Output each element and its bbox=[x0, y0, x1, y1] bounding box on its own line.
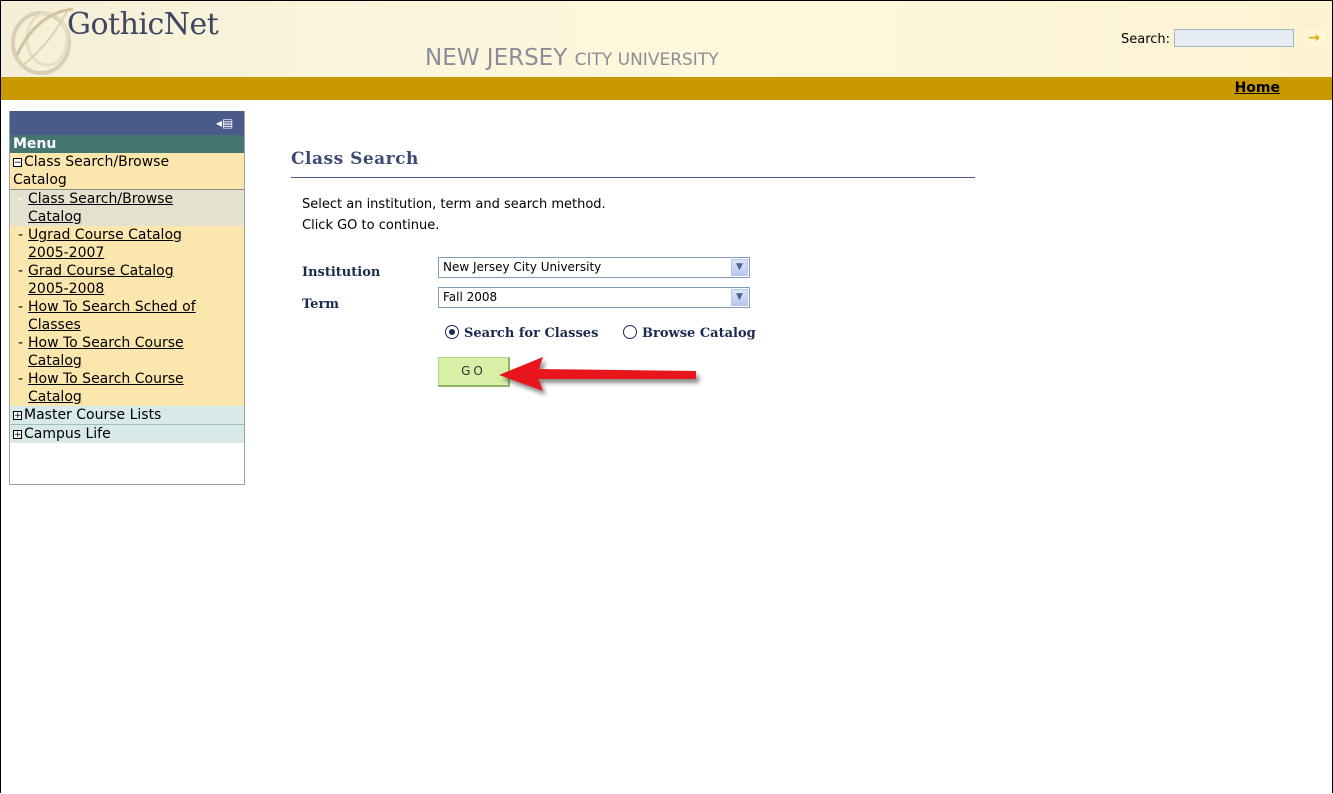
menu-link[interactable]: How To Search Course Catalog bbox=[28, 334, 244, 370]
menu-topbar: ◂▤ bbox=[10, 111, 244, 135]
instruction-line-1: Select an institution, term and search m… bbox=[302, 197, 606, 212]
chevron-down-icon[interactable]: ▼ bbox=[731, 289, 748, 306]
menu-link[interactable]: Ugrad Course Catalog 2005-2007 bbox=[28, 226, 244, 262]
page-title: Class Search bbox=[291, 149, 975, 178]
collapse-minus-icon: − bbox=[13, 158, 22, 168]
left-menu: ◂▤ Menu − Class Search/Browse Catalog - C… bbox=[9, 111, 245, 485]
menu-group-label: Class Search/Browse bbox=[24, 154, 170, 170]
browser-page: GothicNet NEW JERSEY CITY UNIVERSITY Sea… bbox=[0, 0, 1333, 793]
search-label: Search: bbox=[1121, 32, 1171, 47]
menu-group-header-campus[interactable]: + Campus Life bbox=[10, 425, 244, 443]
menu-item-class-search-browse[interactable]: - Class Search/Browse Catalog bbox=[10, 190, 244, 226]
term-select-value: Fall 2008 bbox=[443, 290, 498, 304]
expand-plus-icon: + bbox=[13, 411, 22, 421]
instructions: Select an institution, term and search m… bbox=[302, 194, 606, 236]
collapse-menu-icon[interactable]: ◂▤ bbox=[216, 115, 236, 131]
menu-item-ugrad-catalog[interactable]: - Ugrad Course Catalog 2005-2007 bbox=[10, 226, 244, 262]
menu-item-how-to-search-sched[interactable]: - How To Search Sched of Classes bbox=[10, 298, 244, 334]
bullet-dash-icon: - bbox=[18, 263, 24, 279]
menu-link[interactable]: Grad Course Catalog 2005-2008 bbox=[28, 262, 244, 298]
menu-link[interactable]: How To Search Course Catalog bbox=[28, 370, 244, 406]
radio-search-label: Search for Classes bbox=[464, 326, 599, 341]
radio-browse-label: Browse Catalog bbox=[642, 326, 756, 341]
menu-item-grad-catalog[interactable]: - Grad Course Catalog 2005-2008 bbox=[10, 262, 244, 298]
radio-browse-catalog[interactable]: Browse Catalog bbox=[623, 325, 756, 341]
university-name-small: CITY UNIVERSITY bbox=[574, 50, 719, 70]
menu-group-master-course-lists[interactable]: + Master Course Lists bbox=[10, 406, 244, 424]
term-label: Term bbox=[302, 297, 340, 312]
bullet-dash-icon: - bbox=[18, 299, 24, 315]
bullet-dash-icon: - bbox=[18, 227, 24, 243]
menu-title: Menu bbox=[10, 135, 244, 153]
menu-item-how-to-search-catalog-2[interactable]: - How To Search Course Catalog bbox=[10, 370, 244, 406]
menu-link[interactable]: How To Search Sched of Classes bbox=[28, 298, 244, 334]
bullet-dash-icon: - bbox=[18, 191, 24, 207]
menu-group-class-search: − Class Search/Browse Catalog - Class Sea… bbox=[10, 153, 244, 406]
menu-group-label-line2: Catalog bbox=[13, 172, 67, 188]
radio-button-unselected[interactable] bbox=[623, 325, 637, 339]
menu-link[interactable]: Class Search/Browse Catalog bbox=[28, 190, 244, 226]
menu-item-how-to-search-catalog-1[interactable]: - How To Search Course Catalog bbox=[10, 334, 244, 370]
menu-group-header-master[interactable]: + Master Course Lists bbox=[10, 406, 244, 424]
gothicnet-logo: GothicNet bbox=[67, 7, 219, 42]
search-go-arrow-icon[interactable]: → bbox=[1303, 29, 1325, 47]
institution-label: Institution bbox=[302, 265, 381, 280]
menu-group-header-class-search[interactable]: − Class Search/Browse Catalog bbox=[10, 153, 244, 189]
menu-group-label: Campus Life bbox=[24, 426, 111, 442]
menu-group-label: Master Course Lists bbox=[24, 407, 162, 423]
site-header: GothicNet NEW JERSEY CITY UNIVERSITY Sea… bbox=[1, 1, 1332, 77]
bullet-dash-icon: - bbox=[18, 371, 24, 387]
institution-select[interactable]: New Jersey City University ▼ bbox=[438, 257, 750, 278]
home-link[interactable]: Home bbox=[1235, 80, 1280, 96]
term-select[interactable]: Fall 2008 ▼ bbox=[438, 287, 750, 308]
top-nav-bar: Home bbox=[1, 77, 1332, 100]
radio-search-for-classes[interactable]: Search for Classes bbox=[445, 325, 598, 341]
institution-select-value: New Jersey City University bbox=[443, 260, 602, 274]
search-input[interactable] bbox=[1174, 29, 1294, 47]
university-name: NEW JERSEY CITY UNIVERSITY bbox=[425, 45, 719, 71]
expand-plus-icon: + bbox=[13, 430, 22, 440]
chevron-down-icon[interactable]: ▼ bbox=[731, 259, 748, 276]
bullet-dash-icon: - bbox=[18, 335, 24, 351]
instruction-line-2: Click GO to continue. bbox=[302, 218, 440, 233]
radio-button-selected[interactable] bbox=[445, 325, 459, 339]
red-arrow-annotation-icon bbox=[499, 357, 696, 391]
university-name-main: NEW JERSEY bbox=[425, 45, 575, 71]
menu-group-campus-life[interactable]: + Campus Life bbox=[10, 425, 244, 443]
